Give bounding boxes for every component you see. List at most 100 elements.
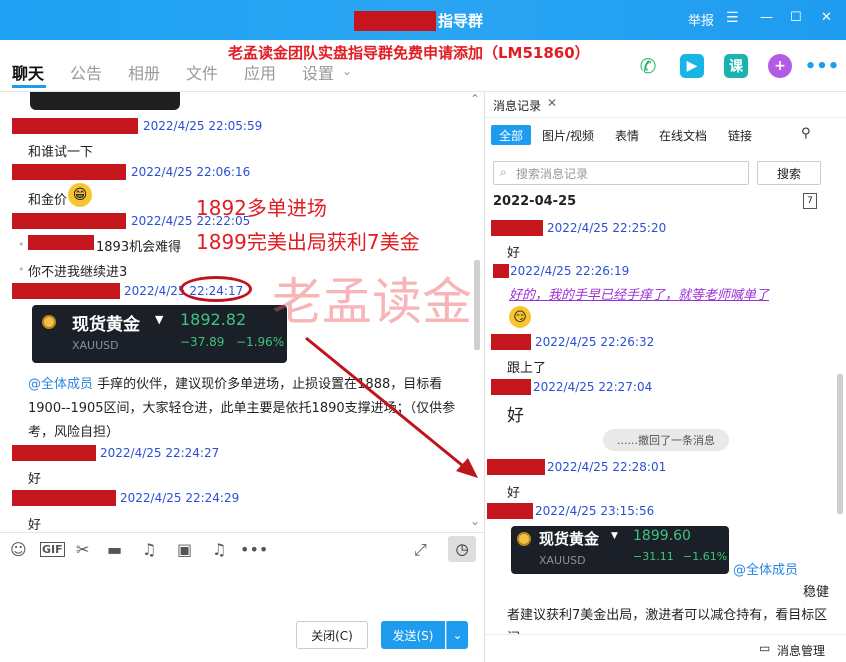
music-icon[interactable]: ♫: [142, 540, 156, 559]
history-message-header: 2022/4/25 22:25:20: [491, 220, 666, 236]
message-header: 2022/4/25 22:06:16: [12, 164, 250, 180]
filter-media[interactable]: 图片/视频: [542, 125, 594, 145]
more-tools-icon[interactable]: •••: [240, 540, 268, 559]
gold-name: 现货黄金: [72, 315, 140, 335]
tab-apps[interactable]: 应用: [244, 60, 276, 84]
history-message-header: 2022/4/25 22:26:32: [491, 334, 654, 350]
gold-change-pct: −1.96%: [236, 335, 285, 349]
course-icon[interactable]: 课: [724, 54, 748, 78]
history-scrollbar[interactable]: [837, 374, 843, 514]
gold-symbol: XAUUSD: [539, 554, 586, 567]
tab-chat[interactable]: 聊天: [12, 60, 44, 84]
close-button[interactable]: 关闭(C): [296, 621, 368, 649]
history-search-input[interactable]: ⌕ 搜索消息记录: [493, 161, 749, 185]
video-icon[interactable]: ▶: [680, 54, 704, 78]
expand-down-icon[interactable]: ⌄: [470, 514, 480, 528]
history-text: 好的，我的手早已经手痒了，就等老师喊单了: [509, 288, 770, 303]
watermark: 老孟读金: [272, 273, 472, 331]
mention-all[interactable]: @全体成员: [28, 377, 93, 392]
grin-emoji-icon: 😁: [68, 183, 92, 207]
image-icon[interactable]: ▣: [177, 540, 192, 559]
folder-icon[interactable]: ▬: [107, 540, 122, 559]
report-button[interactable]: 举报: [688, 10, 714, 29]
gold-price-card[interactable]: 现货黄金 ▼ XAUUSD 1892.82 −37.89 −1.96%: [32, 305, 287, 363]
bell-icon[interactable]: ♫: [212, 540, 226, 559]
active-tab-indicator: [12, 85, 46, 88]
filter-links[interactable]: 链接: [728, 125, 752, 145]
gold-coin-icon: [42, 315, 56, 329]
history-time: 2022/4/25 22:26:19: [510, 264, 630, 278]
settings-chevron-icon[interactable]: ⌄: [342, 64, 352, 78]
gold-price: 1899.60: [633, 528, 691, 544]
menu-icon[interactable]: ☰: [726, 10, 739, 26]
tab-announcement[interactable]: 公告: [70, 60, 102, 84]
calendar-icon[interactable]: 7: [803, 193, 817, 209]
send-button[interactable]: 发送(S): [381, 621, 445, 649]
message-time: 2022/4/25 22:05:59: [143, 119, 263, 133]
maximize-icon[interactable]: ☐: [790, 10, 802, 25]
emoji-icon[interactable]: ☺: [10, 540, 27, 559]
more-icon[interactable]: •••: [805, 54, 839, 78]
fullscreen-icon[interactable]: ⤢: [414, 540, 427, 560]
history-close-icon[interactable]: ✕: [547, 96, 557, 110]
message-manage-button[interactable]: 消息管理: [777, 642, 825, 659]
dropdown-icon: ▼: [155, 313, 164, 326]
message-time: 2022/4/25 22:24:29: [120, 491, 240, 505]
message-text: 和谁试一下: [28, 145, 94, 160]
filter-funnel-icon[interactable]: ⚲: [801, 126, 811, 141]
gold-symbol: XAUUSD: [72, 339, 119, 352]
search-icon: ⌕: [500, 165, 507, 179]
send-options-icon[interactable]: ⌄: [446, 621, 468, 649]
add-app-icon[interactable]: +: [768, 54, 792, 78]
redacted-sender: [493, 264, 509, 278]
tab-files[interactable]: 文件: [186, 60, 218, 84]
scissors-icon[interactable]: ✂: [76, 540, 89, 559]
gold-change-pct: −1.61%: [683, 550, 728, 563]
quote-bullet: •: [18, 238, 25, 251]
redacted-sender: [491, 220, 543, 236]
message-text: 好: [28, 472, 42, 487]
gif-icon[interactable]: GIF: [40, 542, 65, 557]
phone-icon[interactable]: ✆: [636, 54, 660, 78]
filter-docs[interactable]: 在线文档: [659, 125, 707, 145]
message-manage-icon[interactable]: ▭: [759, 641, 770, 655]
history-text: 好: [507, 246, 521, 261]
redacted-sender: [12, 118, 138, 134]
gold-price: 1892.82: [180, 310, 247, 329]
history-time: 2022/4/25 22:26:32: [535, 335, 655, 349]
gold-change: −37.89: [180, 335, 225, 349]
close-icon[interactable]: ✕: [821, 10, 832, 25]
history-footer: ▭ 消息管理: [485, 634, 846, 662]
history-tab[interactable]: 消息记录: [493, 97, 541, 114]
filter-all[interactable]: 全部: [491, 125, 532, 145]
gold-change: −31.11: [633, 550, 674, 563]
filter-emoji[interactable]: 表情: [615, 125, 639, 145]
history-clock-icon[interactable]: ◷: [448, 536, 476, 562]
redacted-sender: [12, 490, 116, 506]
redacted-quote: [28, 235, 94, 250]
redacted-sender: [12, 213, 126, 229]
history-search-button[interactable]: 搜索: [757, 161, 821, 185]
redacted-sender: [487, 459, 545, 475]
redacted-sender: [12, 164, 126, 180]
message-header: 2022/4/25 22:24:27: [12, 445, 219, 461]
mention-all[interactable]: @全体成员: [733, 559, 798, 578]
reply-bullet: •: [18, 263, 25, 276]
collapse-icon[interactable]: ⌃: [470, 92, 480, 106]
message-header: 2022/4/25 22:24:29: [12, 490, 239, 506]
tab-settings[interactable]: 设置: [302, 60, 334, 84]
message-time: 2022/4/25 22:24:27: [100, 446, 220, 460]
history-message-header: 2022/4/25 22:27:04: [491, 379, 652, 395]
promo-banner: 老孟读金团队实盘指导群免费申请添加（LM51860）: [228, 44, 590, 62]
image-preview[interactable]: [30, 92, 180, 110]
minimize-icon[interactable]: —: [760, 10, 773, 25]
highlight-ellipse: [180, 276, 252, 302]
redacted-sender: [12, 445, 96, 461]
history-tab-header: 消息记录 ✕: [485, 92, 846, 118]
history-time: 2022/4/25 22:27:04: [533, 380, 653, 394]
tab-album[interactable]: 相册: [128, 60, 160, 84]
history-message-header: 2022/4/25 22:26:19: [493, 264, 629, 278]
gold-price-card[interactable]: 现货黄金 ▼ XAUUSD 1899.60 −31.11 −1.61%: [511, 526, 729, 574]
message-text: 好: [28, 518, 42, 532]
quote-text: 1893机会难得: [96, 240, 182, 255]
